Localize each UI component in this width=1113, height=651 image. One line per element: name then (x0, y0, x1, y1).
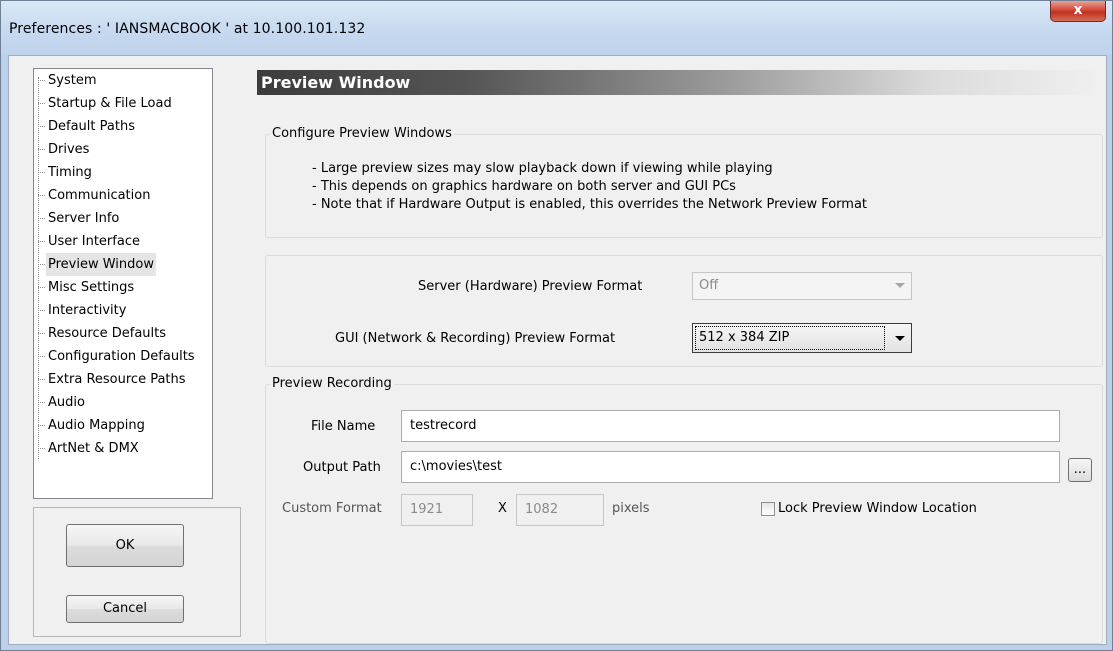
tree-item-label: Startup & File Load (48, 96, 172, 111)
tree-connector (38, 425, 45, 426)
preferences-tree: System Startup & File Load Default Paths… (33, 68, 213, 499)
tree-item-label: Audio Mapping (48, 418, 145, 433)
dialog-body: System Startup & File Load Default Paths… (8, 55, 1107, 645)
note-line: - Large preview sizes may slow playback … (312, 161, 773, 176)
ok-button[interactable]: OK (66, 524, 184, 567)
lock-window-checkbox[interactable] (761, 502, 775, 516)
file-name-label: File Name (311, 419, 376, 434)
tree-connector (38, 448, 45, 449)
preferences-window: Preferences : ' IANSMACBOOK ' at 10.100.… (0, 0, 1113, 651)
server-format-label: Server (Hardware) Preview Format (418, 279, 643, 294)
tree-item-label: Communication (48, 188, 151, 203)
tree-item-label: Resource Defaults (48, 326, 167, 341)
tree-item-label: Drives (48, 142, 90, 157)
tree-item-label: Misc Settings (48, 280, 135, 295)
tree-item-label: Default Paths (48, 119, 135, 134)
pixels-label: pixels (612, 501, 650, 516)
tree-connector (38, 402, 45, 403)
close-icon: x (1073, 2, 1083, 18)
title-bar[interactable]: Preferences : ' IANSMACBOOK ' at 10.100.… (1, 1, 1112, 55)
tree-item-label: Extra Resource Paths (48, 372, 186, 387)
tree-connector (38, 172, 45, 173)
tree-item-label: Interactivity (48, 303, 127, 318)
server-format-value: Off (699, 278, 719, 293)
tree-connector (38, 126, 45, 127)
tree-connector (38, 310, 45, 311)
tree-item-label: User Interface (48, 234, 140, 249)
gui-format-label: GUI (Network & Recording) Preview Format (335, 331, 616, 346)
tree-item-label: Audio (48, 395, 85, 410)
tree-connector (38, 264, 45, 265)
page-title: Preview Window (257, 70, 1103, 95)
output-path-input[interactable]: c:\movies\test (401, 451, 1060, 483)
tree-item-label: Preview Window (46, 253, 156, 276)
tree-connector (38, 218, 45, 219)
dimension-x-label: X (498, 501, 507, 516)
tree-item-label: ArtNet & DMX (48, 441, 139, 456)
tree-connector (38, 241, 45, 242)
gui-format-value: 512 x 384 ZIP (695, 326, 885, 350)
tree-connector (38, 287, 45, 288)
file-name-input[interactable]: testrecord (401, 410, 1060, 442)
tree-connector (38, 80, 45, 81)
preview-format-group: Server (Hardware) Preview Format Off GUI… (265, 255, 1103, 367)
custom-format-label: Custom Format (282, 501, 382, 516)
tree-connector (38, 103, 45, 104)
tree-connector (38, 356, 45, 357)
preview-recording-group: Preview Recording File Name testrecord O… (265, 376, 1103, 644)
tree-item-label: Configuration Defaults (48, 349, 195, 364)
configure-preview-group: Configure Preview Windows - Large previe… (265, 126, 1103, 238)
tree-item-label: Timing (48, 165, 92, 180)
chevron-down-icon (895, 283, 905, 288)
custom-height-input[interactable]: 1082 (516, 494, 604, 526)
cancel-button[interactable]: Cancel (66, 595, 184, 623)
browse-button[interactable]: ... (1068, 458, 1092, 482)
tree-item-label: Server Info (48, 211, 120, 226)
configure-group-title: Configure Preview Windows (270, 126, 454, 141)
tree-connector (38, 333, 45, 334)
output-path-label: Output Path (303, 460, 381, 475)
note-line: - Note that if Hardware Output is enable… (312, 197, 868, 212)
tree-item-label: System (48, 73, 97, 88)
note-line: - This depends on graphics hardware on b… (312, 179, 736, 194)
custom-width-input[interactable]: 1921 (401, 494, 473, 526)
gui-format-select[interactable]: 512 x 384 ZIP (692, 323, 912, 353)
lock-window-label[interactable]: Lock Preview Window Location (778, 501, 977, 516)
dialog-buttons-panel: OK Cancel (33, 507, 241, 637)
chevron-down-icon (895, 336, 905, 341)
recording-group-title: Preview Recording (270, 376, 394, 391)
tree-connector (38, 149, 45, 150)
close-button[interactable]: x (1050, 1, 1106, 22)
tree-connector (38, 379, 45, 380)
tree-connector (38, 195, 45, 196)
server-format-select[interactable]: Off (692, 272, 912, 300)
window-title: Preferences : ' IANSMACBOOK ' at 10.100.… (9, 21, 366, 37)
